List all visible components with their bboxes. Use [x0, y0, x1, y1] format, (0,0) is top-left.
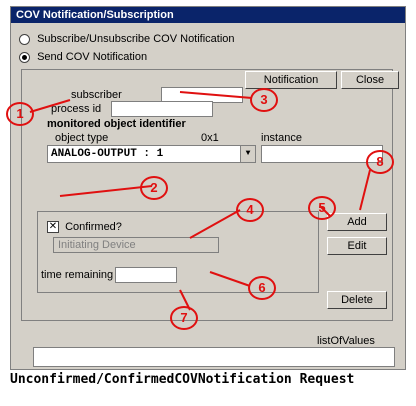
arrow-4	[189, 209, 241, 239]
arrow-5	[319, 205, 331, 217]
figure-caption: Unconfirmed/ConfirmedCOVNotification Req…	[10, 372, 355, 387]
annotation-arrows	[29, 91, 371, 311]
arrow-6	[209, 271, 251, 287]
arrow-8	[359, 169, 371, 211]
arrow-7	[179, 289, 191, 311]
arrow-1	[29, 99, 71, 113]
arrow-3	[179, 91, 253, 99]
arrow-2	[59, 185, 153, 197]
